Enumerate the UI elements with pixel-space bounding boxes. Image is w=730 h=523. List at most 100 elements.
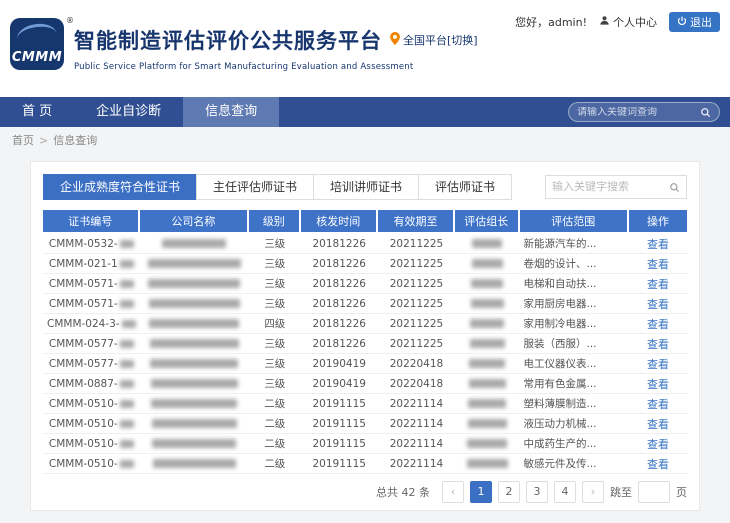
nav-search-input[interactable]	[577, 107, 700, 118]
redacted-cert-suffix	[120, 420, 134, 428]
table-row: CMMM-021-1三级2018122620211225卷烟的设计、...查看	[43, 254, 687, 274]
view-link[interactable]: 查看	[647, 278, 669, 291]
search-icon[interactable]	[700, 103, 711, 122]
valid-until-cell: 20221114	[378, 454, 455, 474]
issue-date-cell: 20191115	[301, 394, 378, 414]
keyword-search-icon[interactable]	[669, 178, 680, 197]
scope-cell: 电梯和自动扶...	[520, 274, 629, 294]
content-card: 企业成熟度符合性证书 主任评估师证书 培训讲师证书 评估师证书	[30, 161, 700, 511]
page-title: 智能制造评估评价公共服务平台	[74, 25, 382, 55]
lead-assessor-cell	[455, 294, 519, 314]
redacted-company-name	[151, 379, 238, 388]
location-pin-icon	[390, 32, 400, 48]
cert-number-cell: CMMM-0510-	[43, 414, 140, 434]
greeting: 您好，admin!	[515, 14, 587, 30]
table-row: CMMM-0532-三级2018122620211225新能源汽车的...查看	[43, 234, 687, 254]
company-name-cell	[140, 434, 249, 454]
jump-page-input[interactable]	[638, 481, 670, 503]
redacted-cert-suffix	[120, 360, 134, 368]
prev-page-button[interactable]: ‹	[442, 481, 464, 503]
level-cell: 三级	[249, 374, 301, 394]
view-link[interactable]: 查看	[647, 458, 669, 471]
redacted-company-name	[162, 239, 226, 248]
keyword-search-input[interactable]	[552, 181, 669, 193]
lead-assessor-cell	[455, 354, 519, 374]
scope-cell: 新能源汽车的...	[520, 234, 629, 254]
redacted-cert-suffix	[120, 440, 134, 448]
user-bar: 您好，admin! 个人中心 退出	[515, 12, 720, 32]
view-link[interactable]: 查看	[647, 298, 669, 311]
lead-assessor-cell	[455, 454, 519, 474]
nav-item-home[interactable]: 首 页	[0, 97, 74, 127]
tab-enterprise-maturity-cert[interactable]: 企业成熟度符合性证书	[43, 174, 197, 200]
tab-chief-assessor-cert[interactable]: 主任评估师证书	[196, 174, 314, 200]
issue-date-cell: 20191115	[301, 454, 378, 474]
view-link[interactable]: 查看	[647, 398, 669, 411]
level-cell: 二级	[249, 414, 301, 434]
view-link[interactable]: 查看	[647, 238, 669, 251]
platform-switcher[interactable]: 全国平台[切换]	[390, 32, 478, 48]
cert-number-cell: CMMM-0571-	[43, 274, 140, 294]
issue-date-cell: 20190419	[301, 354, 378, 374]
company-name-cell	[140, 454, 249, 474]
page-button-1[interactable]: 1	[470, 481, 492, 503]
logout-label: 退出	[690, 14, 712, 30]
issue-date-cell: 20181226	[301, 254, 378, 274]
redacted-cert-suffix	[120, 240, 134, 248]
level-cell: 三级	[249, 234, 301, 254]
issue-date-cell: 20181226	[301, 294, 378, 314]
view-link[interactable]: 查看	[647, 358, 669, 371]
view-link[interactable]: 查看	[647, 438, 669, 451]
action-cell: 查看	[629, 234, 687, 254]
company-name-cell	[140, 334, 249, 354]
issue-date-cell: 20181226	[301, 274, 378, 294]
table-body: CMMM-0532-三级2018122620211225新能源汽车的...查看C…	[43, 234, 687, 474]
lead-assessor-cell	[455, 394, 519, 414]
logo-text: CMMM	[12, 50, 62, 65]
scope-cell: 电工仪器仪表...	[520, 354, 629, 374]
page-button-4[interactable]: 4	[554, 481, 576, 503]
next-page-button[interactable]: ›	[582, 481, 604, 503]
page-unit-label: 页	[676, 484, 687, 500]
page-button-2[interactable]: 2	[498, 481, 520, 503]
nav-item-info-query[interactable]: 信息查询	[183, 97, 279, 127]
tabs-row: 企业成熟度符合性证书 主任评估师证书 培训讲师证书 评估师证书	[43, 174, 687, 200]
tab-assessor-cert[interactable]: 评估师证书	[418, 174, 512, 200]
tab-training-lecturer-cert[interactable]: 培训讲师证书	[313, 174, 419, 200]
breadcrumb-home[interactable]: 首页	[12, 134, 34, 147]
action-cell: 查看	[629, 254, 687, 274]
table-row: CMMM-0887-三级2019041920220418常用有色金属...查看	[43, 374, 687, 394]
valid-until-cell: 20211225	[378, 254, 455, 274]
nav-item-self-diagnosis[interactable]: 企业自诊断	[74, 97, 183, 127]
redacted-lead-assessor	[469, 379, 506, 388]
issue-date-cell: 20181226	[301, 234, 378, 254]
view-link[interactable]: 查看	[647, 318, 669, 331]
view-link[interactable]: 查看	[647, 418, 669, 431]
action-cell: 查看	[629, 334, 687, 354]
action-cell: 查看	[629, 354, 687, 374]
cert-number-cell: CMMM-0510-	[43, 434, 140, 454]
page: CMMM ® 智能制造评估评价公共服务平台 全国平台[切换] Public Se…	[0, 0, 730, 523]
table-row: CMMM-0510-二级2019111520221114塑料薄膜制造...查看	[43, 394, 687, 414]
valid-until-cell: 20220418	[378, 354, 455, 374]
table-row: CMMM-024-3-四级2018122620211225家用制冷电器...查看	[43, 314, 687, 334]
level-cell: 三级	[249, 274, 301, 294]
view-link[interactable]: 查看	[647, 338, 669, 351]
pagination: 总共 42 条 ‹ 1234 › 跳至 页	[43, 481, 687, 503]
platform-label: 全国平台[切换]	[403, 32, 478, 48]
view-link[interactable]: 查看	[647, 378, 669, 391]
valid-until-cell: 20211225	[378, 294, 455, 314]
lead-assessor-cell	[455, 374, 519, 394]
column-header-issue-date: 核发时间	[301, 210, 378, 234]
user-center-link[interactable]: 个人中心	[599, 14, 657, 30]
logout-button[interactable]: 退出	[669, 12, 720, 32]
page-buttons: 1234	[470, 481, 576, 503]
cert-number-cell: CMMM-024-3-	[43, 314, 140, 334]
action-cell: 查看	[629, 434, 687, 454]
view-link[interactable]: 查看	[647, 258, 669, 271]
issue-date-cell: 20181226	[301, 334, 378, 354]
scope-cell: 家用厨房电器...	[520, 294, 629, 314]
company-name-cell	[140, 414, 249, 434]
page-button-3[interactable]: 3	[526, 481, 548, 503]
breadcrumb-separator: >	[39, 134, 48, 147]
